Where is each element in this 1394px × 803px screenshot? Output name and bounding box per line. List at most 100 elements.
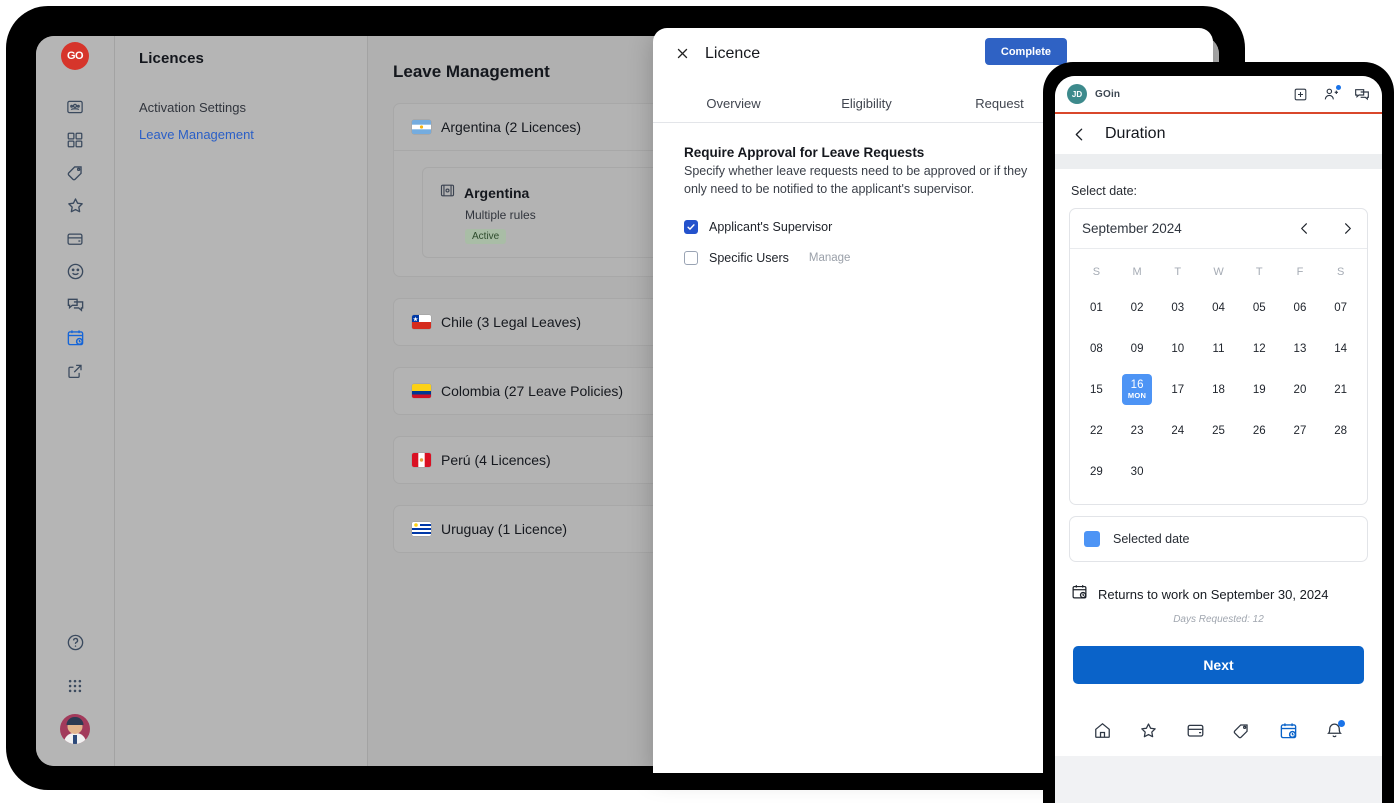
calendar-day[interactable]: 23	[1117, 410, 1158, 451]
calendar-day-selected[interactable]: 16 MON	[1117, 369, 1158, 410]
phone-sub-header: Duration	[1055, 114, 1382, 154]
app-logo[interactable]: GO	[61, 42, 89, 70]
calendar-day[interactable]: 07	[1320, 287, 1361, 328]
day-number: 10	[1171, 342, 1185, 355]
day-number: 12	[1252, 342, 1266, 355]
calendar-day[interactable]: 11	[1198, 328, 1239, 369]
day-number: 08	[1089, 342, 1103, 355]
calendar-day[interactable]: 24	[1157, 410, 1198, 451]
calendar-day[interactable]: 10	[1157, 328, 1198, 369]
calendar-day[interactable]: 15	[1076, 369, 1117, 410]
user-avatar[interactable]	[60, 714, 90, 744]
dow-label: W	[1213, 266, 1224, 278]
tab-overview[interactable]: Overview	[667, 96, 800, 122]
home-icon[interactable]	[1093, 721, 1112, 740]
manage-link[interactable]: Manage	[809, 252, 851, 264]
day-number: 03	[1171, 301, 1185, 314]
calendar-day[interactable]: 30	[1117, 451, 1158, 492]
add-square-icon[interactable]	[1293, 87, 1308, 102]
chat-icon[interactable]	[1354, 86, 1370, 102]
day-number: 28	[1334, 424, 1348, 437]
bell-icon[interactable]	[1325, 719, 1346, 740]
calendar-day[interactable]: 05	[1239, 287, 1280, 328]
legend-swatch-selected	[1084, 531, 1100, 547]
calendar-day-empty	[1239, 451, 1280, 492]
day-chip: 23	[1122, 415, 1152, 446]
complete-button[interactable]: Complete	[984, 38, 1067, 65]
calendar-clock-icon[interactable]	[1279, 721, 1298, 740]
dow-label: T	[1255, 266, 1263, 278]
flag-peru-icon	[412, 453, 431, 467]
calendar-day[interactable]: 19	[1239, 369, 1280, 410]
tab-eligibility[interactable]: Eligibility	[800, 96, 933, 122]
external-link-icon[interactable]	[54, 354, 96, 387]
sidebar-item-leave-management[interactable]: Leave Management	[139, 127, 343, 142]
calendar-day[interactable]: 04	[1198, 287, 1239, 328]
prev-month-icon[interactable]	[1297, 221, 1312, 236]
phone-user-avatar[interactable]: JD	[1067, 84, 1087, 104]
calendar-day[interactable]: 27	[1280, 410, 1321, 451]
calendar-day[interactable]: 28	[1320, 410, 1361, 451]
checkbox-applicants-supervisor[interactable]	[684, 220, 698, 235]
calendar-day[interactable]: 25	[1198, 410, 1239, 451]
phone-brand-label: GOin	[1095, 88, 1121, 100]
wallet-icon[interactable]	[54, 222, 96, 255]
star-icon[interactable]	[54, 189, 96, 222]
calendar-day[interactable]: 20	[1280, 369, 1321, 410]
calendar-clock-icon	[1071, 583, 1088, 605]
add-person-icon[interactable]	[1323, 85, 1341, 102]
chat-icon[interactable]	[54, 288, 96, 321]
day-number: 29	[1089, 465, 1103, 478]
calendar-day[interactable]: 06	[1280, 287, 1321, 328]
day-chip: 24	[1163, 415, 1193, 446]
day-number: 02	[1130, 301, 1144, 314]
returns-to-work-text: Returns to work on September 30, 2024	[1098, 586, 1329, 602]
calendar-day[interactable]: 13	[1280, 328, 1321, 369]
phone-screen: JD GOin Duration Select date: September …	[1055, 76, 1382, 803]
calendar-day[interactable]: 17	[1157, 369, 1198, 410]
calendar-week-row: 29 30	[1076, 451, 1361, 492]
star-icon[interactable]	[1139, 721, 1158, 740]
calendar-day[interactable]: 08	[1076, 328, 1117, 369]
day-number: 09	[1130, 342, 1144, 355]
calendar-day-empty	[1280, 451, 1321, 492]
calendar-clock-icon[interactable]	[54, 321, 96, 354]
next-month-icon[interactable]	[1340, 221, 1355, 236]
day-chip: 21	[1326, 374, 1356, 405]
day-number: 16	[1130, 379, 1144, 391]
country-label: Chile (3 Legal Leaves)	[441, 314, 582, 330]
calendar-day[interactable]: 03	[1157, 287, 1198, 328]
calendar-day[interactable]: 09	[1117, 328, 1158, 369]
day-chip: 14	[1326, 333, 1356, 364]
sidebar-item-activation-settings[interactable]: Activation Settings	[139, 100, 343, 115]
tag-icon[interactable]	[54, 156, 96, 189]
calendar-day[interactable]: 12	[1239, 328, 1280, 369]
calendar-day[interactable]: 18	[1198, 369, 1239, 410]
phone-bottom-nav	[1069, 704, 1368, 756]
returns-to-work-row: Returns to work on September 30, 2024	[1069, 583, 1368, 605]
flag-uruguay-icon	[412, 522, 431, 536]
calendar-day[interactable]: 21	[1320, 369, 1361, 410]
back-chevron-icon[interactable]	[1071, 126, 1088, 143]
smiley-icon[interactable]	[54, 255, 96, 288]
calendar-day[interactable]: 22	[1076, 410, 1117, 451]
calendar-day[interactable]: 26	[1239, 410, 1280, 451]
calendar-day[interactable]: 14	[1320, 328, 1361, 369]
day-chip: 11	[1204, 333, 1234, 364]
calendar-day[interactable]: 01	[1076, 287, 1117, 328]
close-icon[interactable]	[671, 43, 693, 65]
id-card-icon[interactable]	[54, 90, 96, 123]
calendar-day[interactable]: 02	[1117, 287, 1158, 328]
grid-apps-icon[interactable]	[54, 123, 96, 156]
calendar-day[interactable]: 29	[1076, 451, 1117, 492]
date-picker-calendar: September 2024 S M T W T F S 01 02 03 04…	[1069, 208, 1368, 505]
next-button[interactable]: Next	[1073, 646, 1364, 684]
calendar-legend: Selected date	[1069, 516, 1368, 562]
app-dots-icon[interactable]	[54, 669, 96, 702]
checkbox-specific-users[interactable]	[684, 251, 698, 266]
wallet-icon[interactable]	[1186, 721, 1205, 740]
day-chip: 18	[1204, 374, 1234, 405]
dow-label: F	[1296, 266, 1304, 278]
help-circle-icon[interactable]	[54, 626, 96, 659]
tag-icon[interactable]	[1232, 721, 1251, 740]
